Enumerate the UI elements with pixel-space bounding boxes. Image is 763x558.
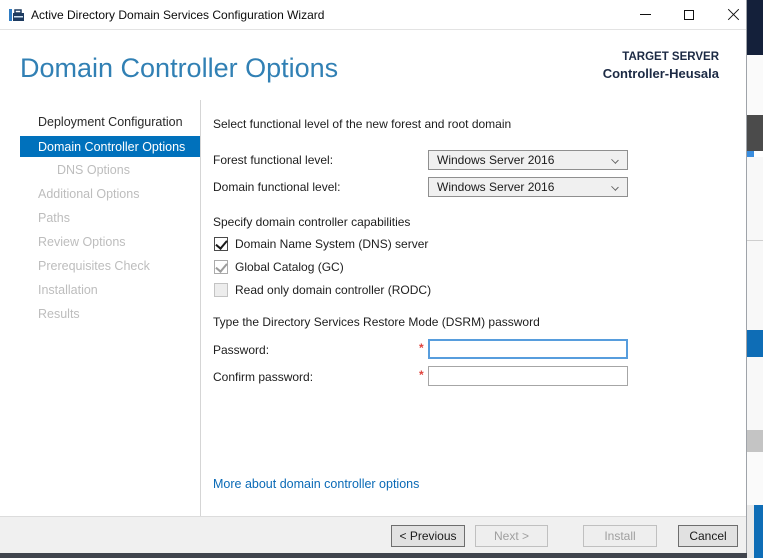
nav-item-dns-options: DNS Options xyxy=(57,163,130,177)
screenshot: Active Directory Domain Services Configu… xyxy=(0,0,763,558)
nav-item-paths: Paths xyxy=(38,211,70,225)
rodc-checkbox-label: Read only domain controller (RODC) xyxy=(235,283,432,297)
domain-functional-level-value: Windows Server 2016 xyxy=(437,180,555,194)
rodc-checkbox-row: Read only domain controller (RODC) xyxy=(214,282,431,298)
forest-functional-level-dropdown[interactable]: Windows Server 2016 xyxy=(428,150,628,170)
dns-server-checkbox-row: Domain Name System (DNS) server xyxy=(214,236,428,252)
nav-item-installation: Installation xyxy=(38,283,98,297)
nav-item-deployment-configuration[interactable]: Deployment Configuration xyxy=(0,110,200,134)
previous-button[interactable]: < Previous xyxy=(391,525,465,547)
nav-item-review-options: Review Options xyxy=(38,235,126,249)
minimize-icon[interactable] xyxy=(629,0,661,29)
close-icon[interactable] xyxy=(717,0,749,29)
background-window-fragment xyxy=(747,330,763,357)
title-bar: Active Directory Domain Services Configu… xyxy=(0,0,746,30)
wizard-steps-nav: Deployment Configuration Domain Controll… xyxy=(0,110,200,326)
chevron-down-icon xyxy=(611,183,619,191)
dns-server-checkbox-label: Domain Name System (DNS) server xyxy=(235,237,429,251)
background-window-fragment xyxy=(747,452,763,505)
maximize-icon[interactable] xyxy=(673,0,705,29)
forest-functional-level-value: Windows Server 2016 xyxy=(437,153,555,167)
cancel-button[interactable]: Cancel xyxy=(678,525,738,547)
password-label: Password: xyxy=(213,343,270,357)
domain-functional-level-label: Domain functional level: xyxy=(213,180,341,194)
background-window-fragment xyxy=(747,157,763,240)
more-about-link[interactable]: More about domain controller options xyxy=(213,477,419,491)
domain-functional-level-dropdown[interactable]: Windows Server 2016 xyxy=(428,177,628,197)
install-button: Install xyxy=(583,525,657,547)
background-window-fragment xyxy=(747,0,763,55)
background-window-fragment xyxy=(747,505,754,558)
background-window-fragment xyxy=(754,505,763,558)
nav-item-prerequisites-check: Prerequisites Check xyxy=(38,259,150,273)
background-window-fragment xyxy=(747,241,763,330)
background-window-fragment xyxy=(747,55,763,115)
wizard-window: Active Directory Domain Services Configu… xyxy=(0,0,747,553)
confirm-password-label: Confirm password: xyxy=(213,370,314,384)
capabilities-heading: Specify domain controller capabilities xyxy=(213,215,411,229)
nav-item-results: Results xyxy=(38,307,80,321)
background-window-fragment xyxy=(747,357,763,430)
window-title: Active Directory Domain Services Configu… xyxy=(31,8,325,22)
password-input[interactable] xyxy=(428,339,628,359)
background-window-fragment xyxy=(0,553,747,558)
global-catalog-checkbox-label: Global Catalog (GC) xyxy=(235,260,344,274)
dsrm-heading: Type the Directory Services Restore Mode… xyxy=(213,315,540,329)
global-catalog-checkbox xyxy=(214,260,228,274)
adds-wizard-icon xyxy=(8,7,25,23)
sidebar-divider xyxy=(200,100,201,516)
forest-functional-level-label: Forest functional level: xyxy=(213,153,334,167)
nav-item-domain-controller-options[interactable]: Domain Controller Options xyxy=(20,136,200,157)
target-server-label: TARGET SERVER xyxy=(622,51,719,63)
global-catalog-checkbox-row: Global Catalog (GC) xyxy=(214,259,344,275)
functional-level-heading: Select functional level of the new fores… xyxy=(213,117,512,131)
background-window-fragment xyxy=(747,115,763,151)
background-window-fragment xyxy=(747,430,763,452)
page-title: Domain Controller Options xyxy=(20,53,339,83)
confirm-password-input[interactable] xyxy=(428,366,628,386)
rodc-checkbox xyxy=(214,283,228,297)
dns-server-checkbox[interactable] xyxy=(214,237,228,251)
next-button: Next > xyxy=(475,525,548,547)
target-server-name: Controller-Heusala xyxy=(602,66,719,81)
nav-item-additional-options: Additional Options xyxy=(38,187,140,201)
chevron-down-icon xyxy=(611,156,619,164)
footer-bar: < Previous Next > Install Cancel xyxy=(0,516,746,553)
